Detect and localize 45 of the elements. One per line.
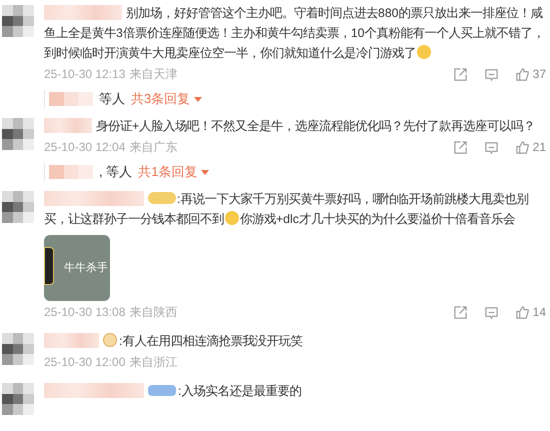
reply-users: 等人 xyxy=(99,90,125,108)
replies-link[interactable]: 共3条回复 xyxy=(131,89,202,109)
like-icon[interactable] xyxy=(514,66,530,82)
blurred-name xyxy=(44,118,92,133)
blurred-avatars xyxy=(49,92,93,106)
like-icon[interactable] xyxy=(514,140,530,154)
comment-text: :入场实名还是最重要的 xyxy=(44,381,546,401)
share-icon[interactable] xyxy=(452,66,468,82)
comment-time: 25-10-30 13:08 xyxy=(44,304,126,321)
comment-time: 25-10-30 12:04 xyxy=(44,139,126,156)
comment-location: 来自陕西 xyxy=(129,304,178,321)
like-count: 14 xyxy=(532,304,546,321)
comment-icon[interactable] xyxy=(484,140,499,154)
blurred-avatar xyxy=(2,5,34,37)
replies-link[interactable]: 共1条回复 xyxy=(138,162,210,182)
comment-text: :再说一下大家千万别买黄牛票好吗，哪怕临开场前跳楼大甩卖也别买，让这群孙子一分钱本都回不到 你游戏+dlc才几十块买的为什么要溢价十倍看音乐会 xyxy=(44,190,530,228)
comment-icon[interactable] xyxy=(484,66,499,82)
caret-icon xyxy=(201,170,210,174)
share-icon[interactable] xyxy=(452,304,468,320)
comment-location: 来自广东 xyxy=(129,139,178,156)
blurred-name xyxy=(44,333,99,348)
comment-icon[interactable] xyxy=(484,304,499,320)
blurred-avatar xyxy=(2,191,34,223)
comment-location: 来自浙江 xyxy=(129,354,178,371)
comment-location: 来自天津 xyxy=(129,66,178,83)
blurred-avatar xyxy=(2,383,34,415)
blurred-avatar xyxy=(2,333,34,365)
comment-text: :有人在用四相连滴抢票我没开玩笑 xyxy=(44,331,546,351)
comment-text: 身份证+人脸入场吧！不然又全是牛，选座流程能优化吗？先付了款再选座可以吗？ xyxy=(44,116,546,136)
share-icon[interactable] xyxy=(452,140,468,154)
blurred-avatar xyxy=(2,118,34,150)
image-thumbnail[interactable]: 牛牛杀手 xyxy=(44,235,110,301)
emoji-icon xyxy=(417,45,431,59)
comment-time: 25-10-30 12:00 xyxy=(44,354,126,371)
image-caption: 牛牛杀手 xyxy=(64,260,108,276)
comment-text: 别加场，好好管管这个主办吧。守着时间点进去880的票只放出来一排座位！咸鱼上全是黄牛3倍票价连座随便选！主办和黄牛勾结卖票，10个真粉能有一个人买上就不错了，到时候临时开演黄牛大甩卖座位空一半，你们就知道什么是冷门游戏了 xyxy=(44,4,546,62)
like-count: 37 xyxy=(532,66,546,83)
like-count: 21 xyxy=(532,139,546,156)
reply-users: , 等人 xyxy=(99,163,132,182)
caret-icon xyxy=(194,96,202,102)
phone-drawing xyxy=(44,247,54,285)
emoji-icon xyxy=(225,211,239,225)
like-icon[interactable] xyxy=(514,304,530,320)
blurred-avatars xyxy=(49,165,93,179)
comment-time: 25-10-30 12:13 xyxy=(44,66,126,83)
